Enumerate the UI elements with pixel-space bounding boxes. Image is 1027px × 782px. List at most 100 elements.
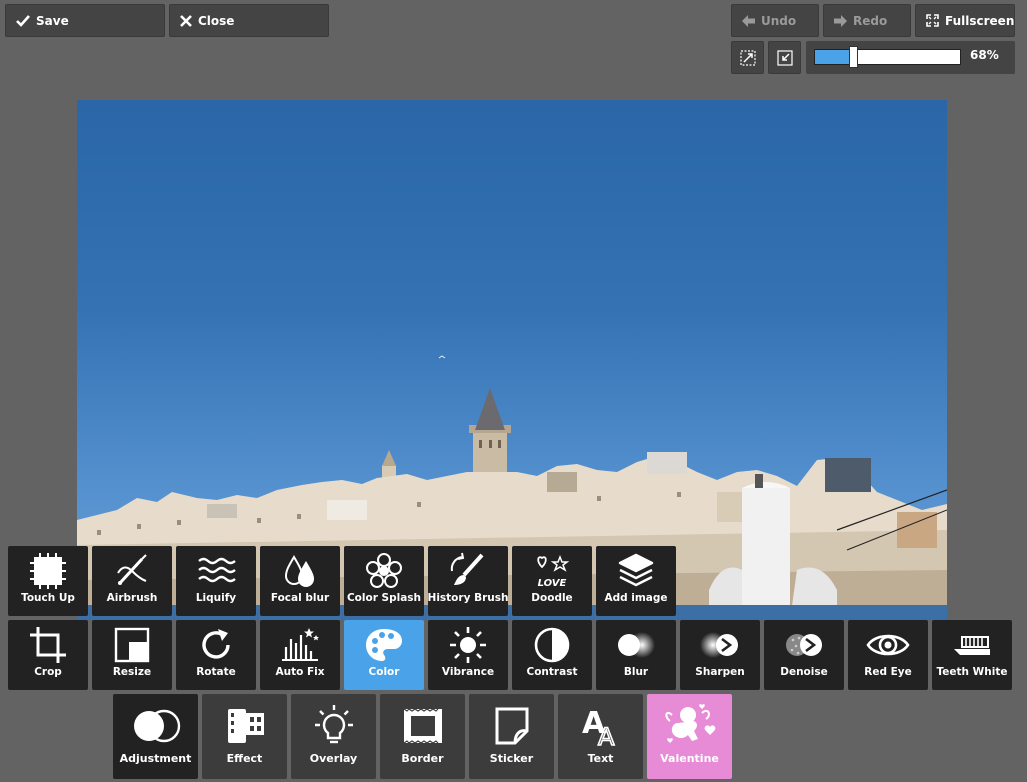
toothbrush-icon [950, 620, 994, 666]
tool-label: Effect [226, 752, 263, 765]
eye-icon [866, 620, 910, 666]
redo-button[interactable]: Redo [823, 4, 911, 37]
palette-icon [364, 620, 404, 666]
check-icon [16, 14, 30, 27]
fullscreen-button[interactable]: Fullscreen [915, 4, 1015, 37]
tool-contrast[interactable]: Contrast [512, 620, 592, 690]
tool-label: Blur [623, 666, 649, 678]
tool-label: Border [401, 752, 444, 765]
close-icon [180, 14, 192, 27]
svg-text:LOVE: LOVE [538, 578, 567, 589]
tool-label: Liquify [195, 592, 237, 604]
redo-label: Redo [853, 13, 888, 28]
tool-focal-blur[interactable]: Focal blur [260, 546, 340, 616]
category-valentine[interactable]: Valentine [647, 694, 732, 779]
focal-blur-icon [280, 546, 320, 592]
category-text[interactable]: A A Text [558, 694, 643, 779]
sharpen-icon [700, 620, 740, 666]
tool-label: Airbrush [106, 592, 158, 604]
arrow-left-icon [742, 14, 755, 27]
color-splash-icon [364, 546, 404, 592]
tool-crop[interactable]: Crop [8, 620, 88, 690]
tool-add-image[interactable]: Add image [596, 546, 676, 616]
zoom-actual-size-button[interactable] [731, 41, 764, 74]
zoom-slider-thumb[interactable] [849, 46, 859, 68]
tool-label: Doodle [531, 592, 573, 604]
zoom-slider[interactable] [814, 46, 961, 68]
shrink-icon [776, 49, 793, 66]
expand-icon [739, 49, 756, 66]
tool-doodle[interactable]: LOVE Doodle [512, 546, 592, 616]
category-border[interactable]: Border [380, 694, 465, 779]
light-bulb-icon [311, 694, 357, 752]
sticker-icon [489, 694, 535, 752]
contrast-icon [532, 620, 572, 666]
close-label: Close [198, 13, 235, 28]
tool-label: Vibrance [441, 666, 495, 678]
tool-label: Denoise [780, 666, 828, 678]
tool-label: Rotate [196, 666, 236, 678]
tool-label: Red Eye [864, 666, 912, 678]
city-skyline-image [77, 355, 947, 620]
tool-resize[interactable]: Resize [92, 620, 172, 690]
touch-up-icon [28, 546, 68, 592]
tool-auto-fix[interactable]: Auto Fix [260, 620, 340, 690]
tool-touch-up[interactable]: Touch Up [8, 546, 88, 616]
tool-color-splash[interactable]: Color Splash [344, 546, 424, 616]
photo-canvas[interactable] [77, 100, 947, 620]
tool-label: Auto Fix [275, 666, 325, 678]
cupid-icon [662, 694, 718, 752]
tool-label: Valentine [660, 752, 719, 765]
tool-label: Teeth White [936, 666, 1008, 678]
doodle-icon: LOVE [532, 546, 572, 592]
tool-label: History Brush [427, 592, 509, 604]
category-sticker[interactable]: Sticker [469, 694, 554, 779]
tool-denoise[interactable]: Denoise [764, 620, 844, 690]
tool-label: Color Splash [346, 592, 422, 604]
tool-label: Crop [34, 666, 62, 678]
category-adjustment[interactable]: Adjustment [113, 694, 198, 779]
tool-label: Sticker [489, 752, 534, 765]
tool-blur[interactable]: Blur [596, 620, 676, 690]
category-overlay[interactable]: Overlay [291, 694, 376, 779]
tool-label: Focal blur [270, 592, 330, 604]
tool-label: Sharpen [695, 666, 745, 678]
tool-history-brush[interactable]: History Brush [428, 546, 508, 616]
tool-color[interactable]: Color [344, 620, 424, 690]
zoom-value: 68% [970, 48, 999, 62]
tool-label: Resize [112, 666, 152, 678]
film-icon [222, 694, 268, 752]
border-frame-icon [398, 694, 448, 752]
tool-label: Add image [604, 592, 668, 604]
tool-red-eye[interactable]: Red Eye [848, 620, 928, 690]
save-button[interactable]: Save [5, 4, 165, 37]
tool-label: Adjustment [119, 752, 192, 765]
tool-airbrush[interactable]: Airbrush [92, 546, 172, 616]
tool-liquify[interactable]: Liquify [176, 546, 256, 616]
rotate-icon [196, 620, 236, 666]
zoom-fit-button[interactable] [768, 41, 801, 74]
fullscreen-label: Fullscreen [945, 13, 1015, 28]
zoom-panel: 68% [806, 41, 1015, 74]
tool-teeth-white[interactable]: Teeth White [932, 620, 1012, 690]
resize-icon [112, 620, 152, 666]
tool-label: Color [368, 666, 400, 678]
zoom-slider-fill [815, 50, 854, 64]
airbrush-icon [112, 546, 152, 592]
auto-fix-icon [280, 620, 320, 666]
undo-button[interactable]: Undo [731, 4, 819, 37]
sun-icon [448, 620, 488, 666]
tool-label: Text [587, 752, 614, 765]
blur-icon [616, 620, 656, 666]
history-brush-icon [448, 546, 488, 592]
tool-vibrance[interactable]: Vibrance [428, 620, 508, 690]
adjustment-icon [131, 694, 181, 752]
close-button[interactable]: Close [169, 4, 329, 37]
denoise-icon [784, 620, 824, 666]
tool-rotate[interactable]: Rotate [176, 620, 256, 690]
svg-text:A: A [598, 723, 615, 749]
tool-label: Touch Up [21, 592, 75, 604]
category-effect[interactable]: Effect [202, 694, 287, 779]
tool-sharpen[interactable]: Sharpen [680, 620, 760, 690]
crop-icon [28, 620, 68, 666]
